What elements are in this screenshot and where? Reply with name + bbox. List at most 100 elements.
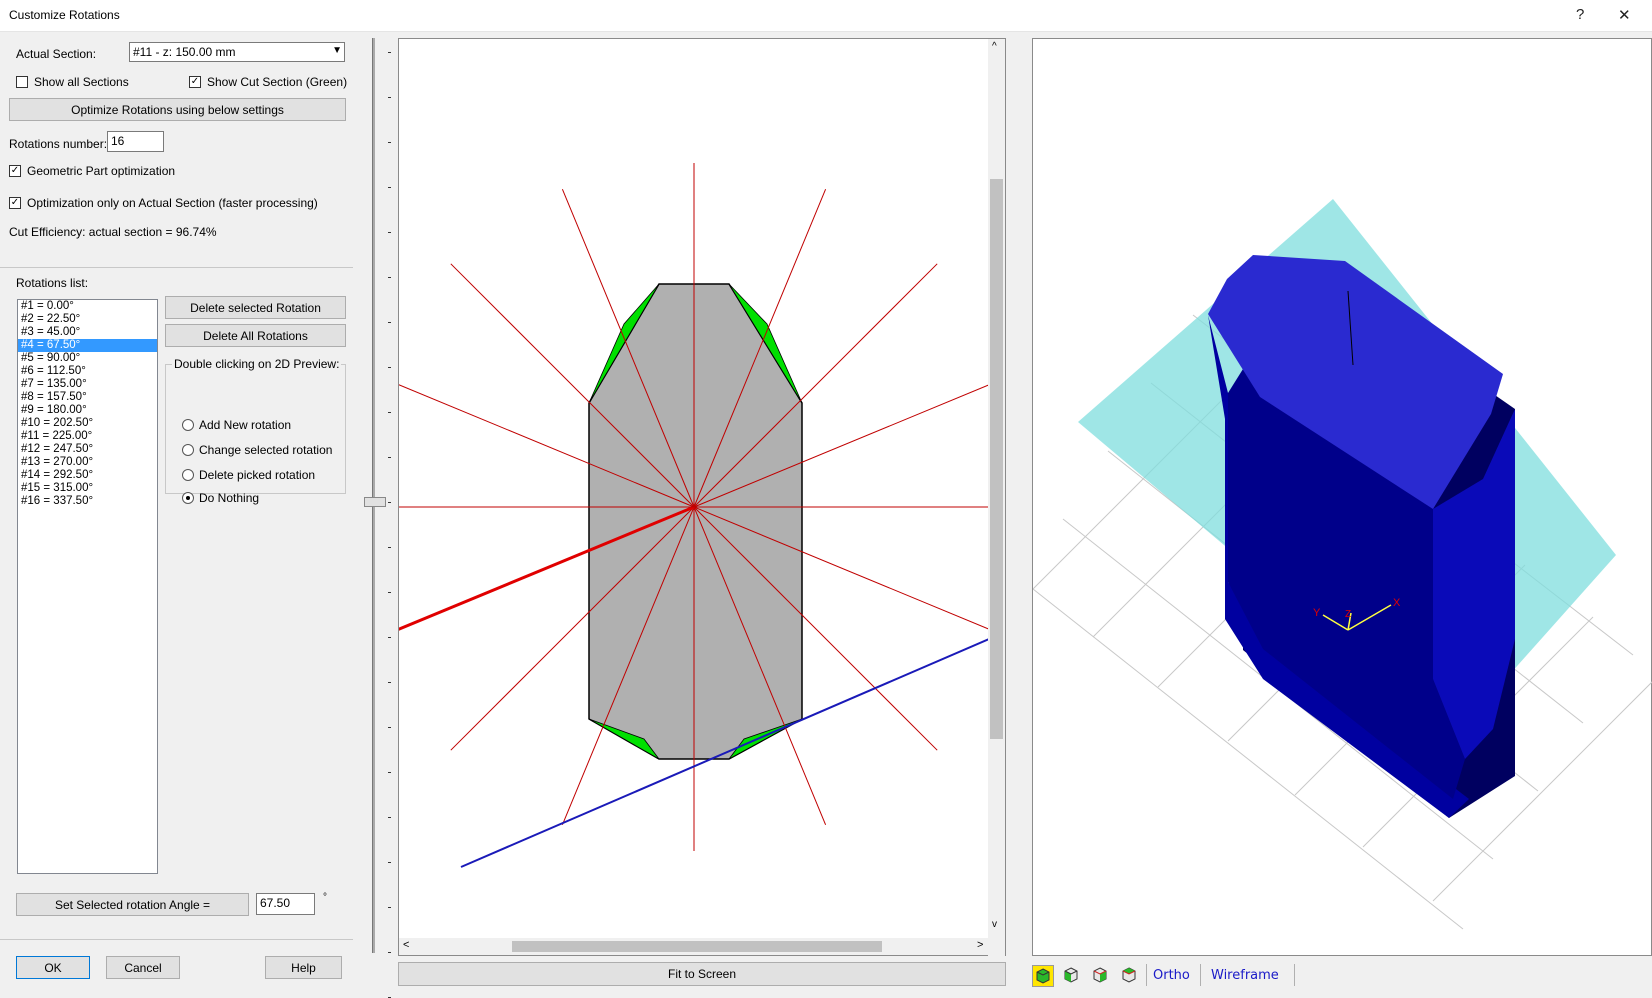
rotation-lines (399, 163, 989, 851)
title-bar: Customize Rotations ? ✕ (0, 0, 1652, 32)
geometric-opt-checkbox[interactable]: ✓ (9, 165, 21, 177)
scroll-right-icon[interactable]: > (977, 939, 983, 951)
vertical-scroll-thumb[interactable] (990, 179, 1003, 739)
rotation-list-item[interactable]: #10 = 202.50° (18, 417, 157, 430)
radio-option-label: Add New rotation (199, 418, 292, 432)
show-cut-section-checkbox[interactable]: ✓ (189, 76, 201, 88)
show-all-sections-label: Show all Sections (34, 75, 129, 89)
cancel-button[interactable]: Cancel (106, 956, 180, 979)
toolbar-separator (1146, 964, 1147, 986)
rotation-list-item[interactable]: #7 = 135.00° (18, 378, 157, 391)
axis-x-label: X (1393, 597, 1401, 609)
iso-view-icon[interactable] (1032, 965, 1054, 987)
front-view-icon[interactable] (1061, 965, 1083, 987)
rotations-listbox[interactable]: #1 = 0.00° #2 = 22.50° #3 = 45.00° #4 = 67.… (17, 299, 158, 874)
rotations-number-input[interactable]: 16 (107, 131, 164, 152)
rotation-list-item[interactable]: #1 = 0.00° (18, 300, 157, 313)
radio-option[interactable] (182, 419, 194, 431)
ok-button[interactable]: OK (16, 956, 90, 979)
vertical-scrollbar[interactable]: ^ v (988, 39, 1005, 957)
rotations-list-label: Rotations list: (16, 276, 89, 290)
rotation-list-item[interactable]: #11 = 225.00° (18, 430, 157, 443)
slider-tick (388, 772, 391, 773)
degree-symbol: ° (323, 892, 327, 903)
scroll-up-icon[interactable]: ^ (992, 41, 997, 52)
slider-tick (388, 862, 391, 863)
radio-option-label: Change selected rotation (199, 443, 333, 457)
help-icon[interactable]: ? (1576, 6, 1584, 23)
delete-all-rotations-button[interactable]: Delete All Rotations (165, 324, 346, 347)
scroll-down-icon[interactable]: v (992, 919, 997, 930)
slider-tick (388, 97, 391, 98)
fit-to-screen-button[interactable]: Fit to Screen (398, 962, 1006, 986)
viewport-canvas[interactable]: X Y Z (1033, 39, 1652, 957)
horizontal-scrollbar[interactable]: < > (399, 938, 989, 955)
rotation-list-item[interactable]: #2 = 22.50° (18, 313, 157, 326)
slider-tick (388, 502, 391, 503)
rotation-list-item[interactable]: #14 = 292.50° (18, 469, 157, 482)
view3d-toolbar: Ortho Wireframe (1028, 960, 1652, 992)
actual-section-only-label: Optimization only on Actual Section (fas… (27, 196, 318, 210)
help-button[interactable]: Help (265, 956, 342, 979)
show-cut-section-label: Show Cut Section (Green) (207, 75, 348, 89)
actual-section-select[interactable]: #11 - z: 150.00 mm ▼ (129, 42, 345, 62)
slider-tick (388, 727, 391, 728)
wireframe-toggle[interactable]: Wireframe (1211, 968, 1279, 983)
slider-tick (388, 52, 391, 53)
section-2d-preview[interactable]: ^ v < > (398, 38, 1006, 957)
part-3d-view[interactable]: X Y Z (1032, 38, 1652, 956)
optimize-rotations-button[interactable]: Optimize Rotations using below settings (9, 98, 346, 121)
rotation-list-item[interactable]: #4 = 67.50° (18, 339, 157, 352)
side-view-icon[interactable] (1090, 965, 1112, 987)
rotation-list-item[interactable]: #12 = 247.50° (18, 443, 157, 456)
rotations-number-label: Rotations number: (9, 137, 108, 151)
section-shape (588, 283, 803, 760)
slider-tick (388, 457, 391, 458)
section-slider-thumb[interactable] (364, 497, 386, 507)
rotation-list-item[interactable]: #5 = 90.00° (18, 352, 157, 365)
show-all-sections-checkbox[interactable] (16, 76, 28, 88)
radio-option[interactable] (182, 444, 194, 456)
rotation-list-item[interactable]: #15 = 315.00° (18, 482, 157, 495)
scroll-left-icon[interactable]: < (403, 939, 409, 951)
slider-tick (388, 232, 391, 233)
slider-tick (388, 592, 391, 593)
toolbar-separator (1200, 964, 1201, 986)
actual-section-only-checkbox[interactable]: ✓ (9, 197, 21, 209)
rotation-list-item[interactable]: #13 = 270.00° (18, 456, 157, 469)
slider-tick (388, 367, 391, 368)
rotation-list-item[interactable]: #6 = 112.50° (18, 365, 157, 378)
radio-option-label: Do Nothing (199, 491, 260, 505)
slider-tick (388, 682, 391, 683)
actual-section-label: Actual Section: (16, 47, 97, 61)
slider-tick (388, 637, 391, 638)
rotation-list-item[interactable]: #8 = 157.50° (18, 391, 157, 404)
top-view-icon[interactable] (1119, 965, 1141, 987)
delete-selected-rotation-button[interactable]: Delete selected Rotation (165, 296, 346, 319)
chevron-down-icon[interactable]: ▼ (332, 44, 342, 58)
radio-option[interactable] (182, 469, 194, 481)
section-canvas[interactable] (399, 39, 989, 939)
ortho-toggle[interactable]: Ortho (1153, 968, 1190, 983)
rotation-list-item[interactable]: #3 = 45.00° (18, 326, 157, 339)
axis-y-label: Y (1313, 607, 1321, 619)
close-icon[interactable]: ✕ (1618, 6, 1631, 24)
slider-tick (388, 547, 391, 548)
rotation-list-item[interactable]: #16 = 337.50° (18, 495, 157, 508)
slider-tick (388, 322, 391, 323)
slider-tick (388, 817, 391, 818)
slider-tick (388, 187, 391, 188)
cut-efficiency-text: Cut Efficiency: actual section = 96.74% (9, 225, 217, 239)
axis-z-label: Z (1345, 609, 1351, 620)
slider-tick (388, 412, 391, 413)
divider (0, 267, 353, 268)
slider-tick (388, 142, 391, 143)
slider-tick (388, 907, 391, 908)
horizontal-scroll-thumb[interactable] (512, 941, 882, 952)
set-angle-button[interactable]: Set Selected rotation Angle = (16, 893, 249, 916)
radio-option[interactable] (182, 492, 194, 504)
divider-bottom (0, 939, 353, 940)
angle-input[interactable]: 67.50 (256, 893, 315, 915)
section-slider-track[interactable] (372, 38, 375, 953)
rotation-list-item[interactable]: #9 = 180.00° (18, 404, 157, 417)
